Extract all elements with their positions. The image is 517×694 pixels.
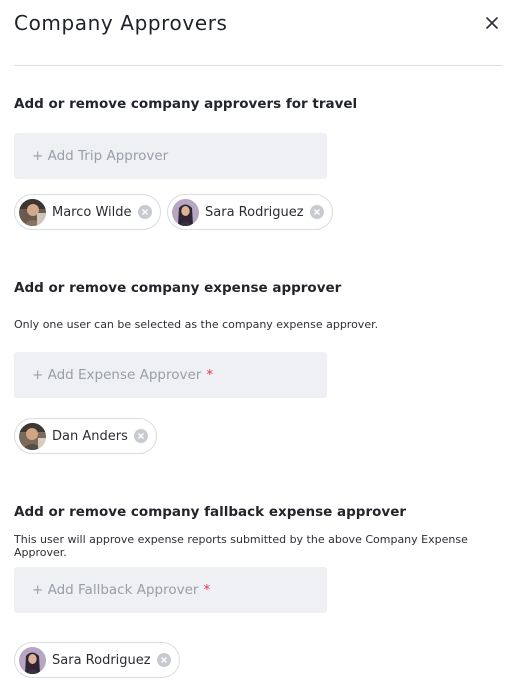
modal-title: Company Approvers — [14, 11, 228, 35]
avatar-sara-rodriguez — [172, 198, 199, 226]
travel-section-title: Add or remove company approvers for trav… — [14, 96, 358, 112]
approver-name: Marco Wilde — [52, 204, 132, 220]
fallback-section-title: Add or remove company fallback expense a… — [14, 504, 407, 520]
remove-sara-rodriguez-button[interactable] — [309, 205, 324, 219]
fallback-section-description: This user will approve expense reports s… — [14, 533, 468, 559]
remove-marco-wilde-button[interactable] — [137, 205, 152, 219]
approver-name: Dan Anders — [52, 428, 128, 444]
add-trip-approver-field[interactable]: + Add Trip Approver — [14, 133, 327, 179]
expense-section-title: Add or remove company expense approver — [14, 280, 342, 296]
avatar-dan-anders — [19, 422, 46, 450]
close-icon — [486, 17, 498, 29]
approver-chip-sara-rodriguez: Sara Rodriguez — [167, 194, 333, 230]
header-divider — [14, 65, 503, 66]
approver-name: Sara Rodriguez — [205, 204, 304, 220]
close-button[interactable] — [481, 12, 503, 34]
avatar-marco-wilde — [19, 198, 46, 226]
add-fallback-approver-field[interactable]: + Add Fallback Approver * — [14, 567, 327, 613]
add-fallback-approver-placeholder: + Add Fallback Approver — [32, 582, 199, 598]
add-expense-approver-field[interactable]: + Add Expense Approver * — [14, 352, 327, 398]
avatar-sara-rodriguez — [19, 646, 46, 674]
remove-icon — [137, 433, 144, 439]
remove-dan-anders-button[interactable] — [133, 429, 148, 443]
remove-icon — [141, 209, 148, 215]
required-indicator: * — [203, 582, 211, 598]
approver-chip-marco-wilde: Marco Wilde — [14, 194, 161, 230]
approver-chip-dan-anders: Dan Anders — [14, 418, 157, 454]
approver-chip-sara-rodriguez-fallback: Sara Rodriguez — [14, 642, 180, 678]
remove-icon — [160, 657, 167, 663]
expense-section-description: Only one user can be selected as the com… — [14, 318, 379, 331]
remove-sara-rodriguez-fallback-button[interactable] — [156, 653, 171, 667]
required-indicator: * — [206, 367, 214, 383]
approver-name: Sara Rodriguez — [52, 652, 151, 668]
add-expense-approver-placeholder: + Add Expense Approver — [32, 367, 202, 383]
add-trip-approver-placeholder: + Add Trip Approver — [32, 148, 169, 164]
remove-icon — [313, 209, 320, 215]
